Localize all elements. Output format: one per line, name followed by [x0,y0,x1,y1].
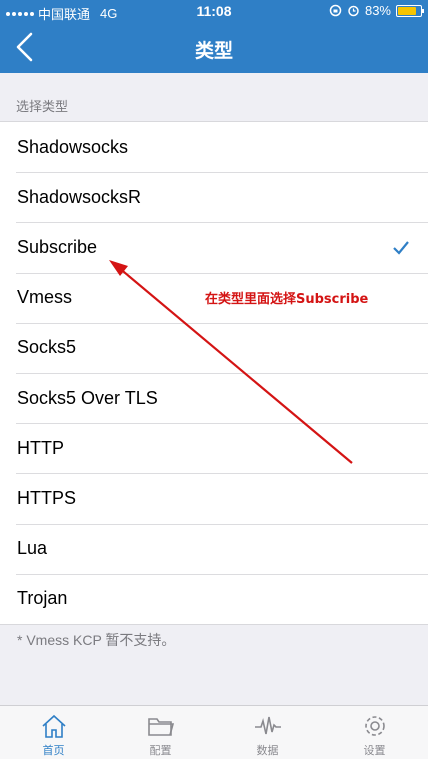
alarm-icon [348,5,359,17]
battery-percent: 83% [364,3,391,18]
type-option-subscribe[interactable]: Subscribe [0,222,428,272]
status-right: 83% [329,3,424,18]
type-option-label: ShadowsocksR [17,186,142,207]
waveform-icon [254,716,281,735]
tab-label: 首页 [42,745,65,757]
tab-label: 配置 [149,745,172,757]
tab-folder[interactable]: 配置 [107,706,214,759]
tab-gear[interactable]: 设置 [321,706,428,759]
checkmark-icon [393,241,409,256]
type-option-lua[interactable]: Lua [0,523,428,574]
tab-home[interactable]: 首页 [0,706,107,759]
type-option-label: HTTP [17,437,64,458]
footnote: * Vmess KCP 暂不支持。 [17,632,176,648]
page-title: 类型 [194,41,233,62]
battery-fill [398,6,417,15]
type-option-label: Trojan [17,588,68,609]
type-option-http[interactable]: HTTP [0,423,428,473]
type-option-trojan[interactable]: Trojan [0,573,428,624]
type-option-label: Socks5 [17,337,77,358]
gear-icon [364,716,385,736]
type-option-socks5[interactable]: Socks5 [0,322,428,373]
type-option-shadowsocksr[interactable]: ShadowsocksR [0,172,428,222]
nav-bar: 类型 [0,22,428,73]
tab-bar: 首页 配置 数据 设置 [0,705,428,759]
type-option-https[interactable]: HTTPS [0,473,428,523]
type-option-label: Socks5 Over TLS [17,387,158,408]
type-option-label: Lua [17,538,48,559]
tab-label: 设置 [363,745,386,757]
folder-icon [147,718,174,736]
section-header: 选择类型 [16,99,69,114]
status-bar: 中国联通 4G 11:08 83% [0,0,428,22]
type-option-socks5-over-tls[interactable]: Socks5 Over TLS [0,372,428,423]
type-option-label: Shadowsocks [17,136,129,157]
battery-icon [396,4,424,17]
tab-label: 数据 [256,745,279,757]
type-option-label: Subscribe [17,236,98,257]
type-option-label: HTTPS [17,487,77,508]
annotation-text: 在类型里面选择Subscribe [205,292,369,307]
lock-rotation-icon [329,4,342,17]
type-option-label: Vmess [17,287,73,308]
type-option-shadowsocks[interactable]: Shadowsocks [0,122,428,172]
home-icon [41,714,66,738]
type-list: Shadowsocks ShadowsocksR Subscribe Vmess Soc… [0,121,428,625]
tab-waveform[interactable]: 数据 [214,706,321,759]
